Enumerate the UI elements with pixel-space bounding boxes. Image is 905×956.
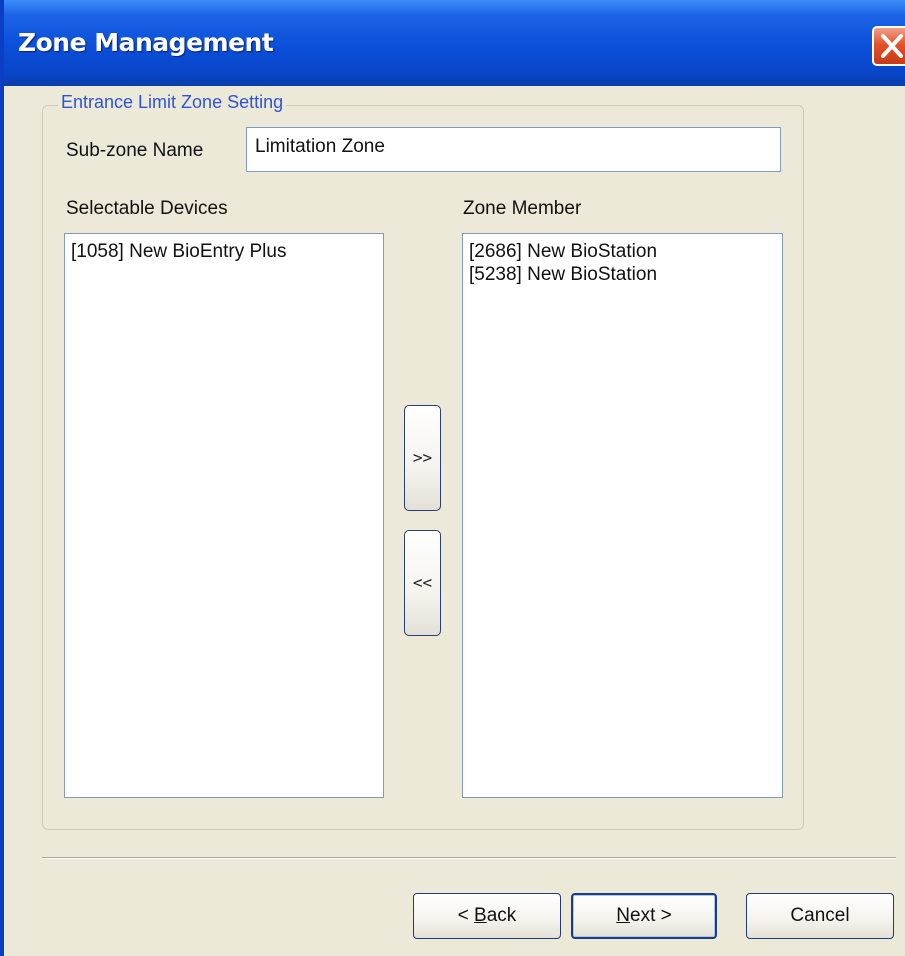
subzone-name-input[interactable]: Limitation Zone bbox=[246, 127, 781, 172]
close-x-icon bbox=[881, 34, 903, 58]
zone-management-dialog: Zone Management Entrance Limit Zone Sett… bbox=[0, 0, 905, 956]
remove-from-zone-button[interactable]: << bbox=[404, 530, 441, 636]
next-button-mnemonic: N bbox=[616, 905, 630, 926]
title-bar[interactable]: Zone Management bbox=[4, 0, 905, 86]
back-button[interactable]: < Back bbox=[413, 893, 561, 939]
subzone-name-label: Sub-zone Name bbox=[66, 140, 204, 161]
close-button[interactable] bbox=[872, 26, 905, 66]
back-button-rest: ack bbox=[486, 905, 517, 926]
selectable-devices-label: Selectable Devices bbox=[66, 198, 228, 219]
back-button-mnemonic: B bbox=[474, 905, 487, 926]
back-button-prefix: < bbox=[457, 905, 475, 926]
list-item[interactable]: [5238] New BioStation bbox=[469, 263, 782, 286]
cancel-button[interactable]: Cancel bbox=[746, 893, 894, 939]
next-button[interactable]: Next > bbox=[571, 893, 717, 939]
add-to-zone-button[interactable]: >> bbox=[404, 405, 441, 511]
list-item[interactable]: [1058] New BioEntry Plus bbox=[71, 240, 383, 263]
next-button-rest: ext > bbox=[630, 905, 672, 926]
zone-member-label: Zone Member bbox=[463, 198, 582, 219]
groupbox-label: Entrance Limit Zone Setting bbox=[58, 92, 287, 113]
zone-member-list[interactable]: [2686] New BioStation [5238] New BioStat… bbox=[462, 233, 783, 798]
selectable-devices-list[interactable]: [1058] New BioEntry Plus bbox=[64, 233, 384, 798]
separator bbox=[42, 857, 896, 859]
window-title: Zone Management bbox=[18, 28, 274, 57]
list-item[interactable]: [2686] New BioStation bbox=[469, 240, 782, 263]
